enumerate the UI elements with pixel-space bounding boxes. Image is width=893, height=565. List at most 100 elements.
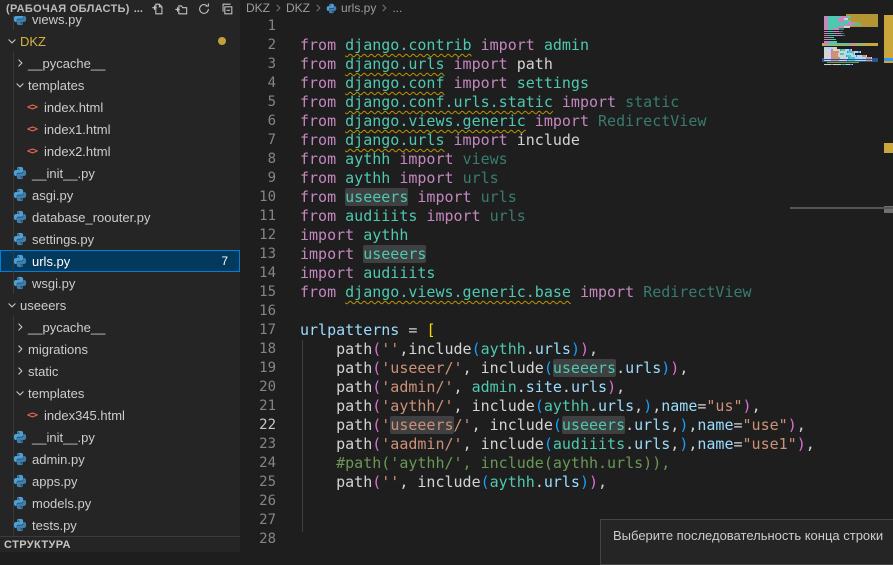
code-line-13[interactable]: 13import useeers bbox=[240, 245, 893, 264]
chevron-down-icon[interactable] bbox=[12, 385, 28, 401]
code-line-14[interactable]: 14 import audiiits bbox=[240, 264, 893, 283]
code-token: import bbox=[390, 150, 462, 168]
file-label: wsgi.py bbox=[32, 276, 75, 291]
code-token: '' bbox=[381, 473, 399, 491]
ruler-warning-mark bbox=[884, 15, 893, 63]
code-token: urls bbox=[490, 207, 526, 225]
outline-section-header[interactable]: СТРУКТУРА bbox=[0, 536, 240, 552]
chevron-down-icon[interactable] bbox=[12, 77, 28, 93]
line-number: 14 bbox=[240, 264, 276, 283]
code-token: . bbox=[625, 416, 634, 434]
code-line-17[interactable]: 17urlpatterns = [ bbox=[240, 321, 893, 340]
code-line-24[interactable]: 24 #path('aythh/', include(aythh.urls)), bbox=[240, 454, 893, 473]
code-line-18[interactable]: 18 path('',include(aythh.urls)), bbox=[240, 340, 893, 359]
code-token: import bbox=[300, 264, 363, 282]
line-content: import audiiits bbox=[300, 264, 435, 283]
code-token: useeers bbox=[553, 359, 616, 377]
tree-item-admin-py[interactable]: admin.py bbox=[0, 448, 240, 470]
refresh-icon[interactable] bbox=[197, 2, 211, 16]
code-line-23[interactable]: 23 path('aadmin/', include(audiiits.urls… bbox=[240, 435, 893, 454]
tree-item-index2-html[interactable]: <>index2.html bbox=[0, 140, 240, 162]
code-token: django.conf bbox=[345, 74, 444, 92]
chevron-down-icon[interactable] bbox=[4, 33, 20, 49]
breadcrumb-segment-folder[interactable]: DKZ bbox=[286, 1, 310, 15]
code-line-9[interactable]: 9from aythh import urls bbox=[240, 169, 893, 188]
code-line-12[interactable]: 12import aythh bbox=[240, 226, 893, 245]
overview-ruler[interactable] bbox=[884, 0, 893, 552]
code-line-7[interactable]: 7from django.urls import include bbox=[240, 131, 893, 150]
code-line-16[interactable]: 16 bbox=[240, 302, 893, 321]
code-token: ( bbox=[372, 359, 381, 377]
tree-item-migrations[interactable]: migrations bbox=[0, 338, 240, 360]
line-number: 1 bbox=[240, 17, 276, 36]
code-line-1[interactable]: 1 bbox=[240, 17, 893, 36]
file-label: asgi.py bbox=[32, 188, 73, 203]
code-token: . bbox=[562, 378, 571, 396]
tree-item-models-py[interactable]: models.py bbox=[0, 492, 240, 514]
line-content: urlpatterns = [ bbox=[300, 321, 435, 340]
tree-item-urls-py[interactable]: urls.py7 bbox=[0, 250, 240, 272]
breadcrumb-segment-file[interactable]: urls.py bbox=[341, 1, 376, 15]
tree-indent-guide bbox=[13, 74, 14, 96]
chevron-right-icon[interactable] bbox=[12, 363, 28, 379]
code-token: import bbox=[445, 55, 517, 73]
code-line-25[interactable]: 25 path('', include(aythh.urls)), bbox=[240, 473, 893, 492]
chevron-right-icon[interactable] bbox=[12, 341, 28, 357]
tree-item-templates[interactable]: templates bbox=[0, 74, 240, 96]
tree-item--init-py[interactable]: __init__.py bbox=[0, 162, 240, 184]
tree-item-apps-py[interactable]: apps.py bbox=[0, 470, 240, 492]
chevron-right-icon[interactable] bbox=[12, 55, 28, 71]
code-line-22[interactable]: 22 path('useeers/', include(useeers.urls… bbox=[240, 416, 893, 435]
code-token: views bbox=[463, 150, 508, 168]
line-number: 2 bbox=[240, 36, 276, 55]
tree-item--pycache-[interactable]: __pycache__ bbox=[0, 52, 240, 74]
code-line-4[interactable]: 4from django.conf import settings bbox=[240, 74, 893, 93]
tree-item-wsgi-py[interactable]: wsgi.py bbox=[0, 272, 240, 294]
minimap[interactable] bbox=[822, 0, 878, 552]
collapse-all-icon[interactable] bbox=[220, 2, 234, 16]
code-token: ) bbox=[580, 340, 589, 358]
tree-item-templates[interactable]: templates bbox=[0, 382, 240, 404]
tree-item-static[interactable]: static bbox=[0, 360, 240, 382]
tree-item-asgi-py[interactable]: asgi.py bbox=[0, 184, 240, 206]
code-line-11[interactable]: 11from audiiits import urls bbox=[240, 207, 893, 226]
code-line-19[interactable]: 19 path('useeer/', include(useeers.urls)… bbox=[240, 359, 893, 378]
chevron-right-icon[interactable] bbox=[12, 319, 28, 335]
tree-item-index-html[interactable]: <>index.html bbox=[0, 96, 240, 118]
tree-item-dkz[interactable]: DKZ bbox=[0, 30, 240, 52]
breadcrumb-segment-root[interactable]: DKZ bbox=[246, 1, 270, 15]
tree-item-tests-py[interactable]: tests.py bbox=[0, 514, 240, 536]
breadcrumb-segment-symbol[interactable]: ... bbox=[392, 1, 402, 15]
code-token: path bbox=[300, 397, 372, 415]
code-line-5[interactable]: 5from django.conf.urls.static import sta… bbox=[240, 93, 893, 112]
tree-item-index345-html[interactable]: <>index345.html bbox=[0, 404, 240, 426]
tree-item-index1-html[interactable]: <>index1.html bbox=[0, 118, 240, 140]
code-token: from bbox=[300, 112, 345, 130]
new-file-icon[interactable] bbox=[151, 2, 165, 16]
tree-item-database-roouter-py[interactable]: database_roouter.py bbox=[0, 206, 240, 228]
code-line-21[interactable]: 21 path('aythh/', include(aythh.urls,),n… bbox=[240, 397, 893, 416]
more-actions-button[interactable]: ... bbox=[134, 3, 143, 15]
line-content: from useeers import urls bbox=[300, 188, 517, 207]
tree-item-settings-py[interactable]: settings.py bbox=[0, 228, 240, 250]
code-token: name bbox=[697, 435, 733, 453]
tree-item--init-py[interactable]: __init__.py bbox=[0, 426, 240, 448]
code-line-3[interactable]: 3from django.urls import path bbox=[240, 55, 893, 74]
code-line-6[interactable]: 6from django.views.generic import Redire… bbox=[240, 112, 893, 131]
file-label: __init__.py bbox=[32, 166, 95, 181]
tree-indent-guide bbox=[13, 426, 14, 448]
line-content: path('', include(aythh.urls)), bbox=[300, 473, 607, 492]
chevron-down-icon[interactable] bbox=[4, 297, 20, 313]
python-icon bbox=[12, 473, 28, 489]
new-folder-icon[interactable] bbox=[174, 2, 188, 16]
tree-item--pycache-[interactable]: __pycache__ bbox=[0, 316, 240, 338]
tree-indent-guide bbox=[13, 162, 14, 184]
code-line-26[interactable]: 26 bbox=[240, 492, 893, 511]
code-line-2[interactable]: 2from django.contrib import admin bbox=[240, 36, 893, 55]
code-token: static bbox=[625, 93, 679, 111]
code-line-10[interactable]: 10from useeers import urls bbox=[240, 188, 893, 207]
code-line-20[interactable]: 20 path('admin/', admin.site.urls), bbox=[240, 378, 893, 397]
tree-item-useeers[interactable]: useeers bbox=[0, 294, 240, 316]
code-line-15[interactable]: 15from django.views.generic.base import … bbox=[240, 283, 893, 302]
code-line-8[interactable]: 8from aythh import views bbox=[240, 150, 893, 169]
